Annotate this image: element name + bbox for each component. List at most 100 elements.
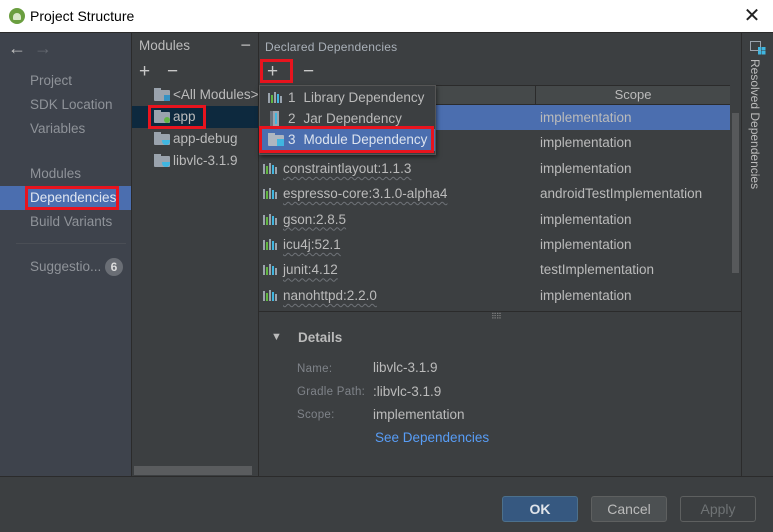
remove-module-button[interactable]: − [167, 62, 178, 82]
nav-item-dependencies[interactable]: Dependencies [0, 186, 131, 210]
library-icon [263, 289, 278, 301]
module-item-app[interactable]: app [132, 106, 258, 128]
menu-item-jar-dependency[interactable]: 2 Jar Dependency [260, 108, 435, 129]
android-studio-icon [9, 8, 25, 24]
menu-mnemonic: 1 [288, 90, 296, 105]
dependency-scope[interactable]: testImplementation [540, 257, 654, 282]
nav-item-label: Dependencies [30, 190, 117, 205]
dependency-name: gson:2.8.5 [283, 211, 347, 227]
dependencies-scrollbar[interactable] [732, 113, 739, 273]
right-tool-window-bar: Resolved Dependencies [741, 33, 773, 476]
library-icon [263, 188, 278, 200]
collapse-details-icon[interactable]: ▼ [271, 331, 282, 343]
ok-button[interactable]: OK [502, 496, 578, 522]
detail-name-label: Name: [297, 363, 333, 375]
details-title: Details [298, 330, 343, 345]
menu-item-module-dependency[interactable]: 3 Module Dependency [260, 129, 435, 151]
menu-item-label: Library Dependency [303, 90, 425, 105]
title-bar: Project Structure ✕ [0, 0, 773, 33]
module-item-app-debug[interactable]: app-debug [132, 128, 258, 150]
dependency-row[interactable]: espresso-core:3.1.0-alpha4 androidTestImp… [259, 181, 730, 206]
modules-panel: Modules − + − <All Modules> app app-debu… [132, 33, 259, 476]
jar-icon [270, 111, 279, 126]
dependency-row[interactable]: constraintlayout:1.1.3 implementation [259, 156, 730, 181]
dependency-row[interactable]: gson:2.8.5 implementation [259, 207, 730, 232]
nav-item-build-variants[interactable]: Build Variants [0, 210, 131, 234]
module-label: libvlc-3.1.9 [173, 153, 238, 168]
see-dependencies-link[interactable]: See Dependencies [375, 430, 489, 445]
menu-item-library-dependency[interactable]: 1 Library Dependency [260, 87, 435, 108]
add-dependency-button[interactable]: + [267, 62, 278, 82]
dependency-name: constraintlayout:1.1.3 [283, 160, 412, 176]
library-icon [268, 92, 283, 103]
detail-gradle-path-value: :libvlc-3.1.9 [373, 384, 442, 399]
module-label: <All Modules> [173, 87, 258, 102]
modules-title: Modules [139, 38, 191, 53]
nav-item-label: Modules [30, 166, 82, 181]
detail-scope-value: implementation [373, 407, 465, 422]
menu-mnemonic: 2 [288, 111, 296, 126]
dependency-name: nanohttpd:2.2.0 [283, 287, 377, 303]
nav-item-label: Project [30, 73, 73, 88]
dependency-name: icu4j:52.1 [283, 237, 341, 252]
suggestions-count-badge: 6 [105, 258, 123, 276]
all-modules-folder-icon [154, 88, 170, 101]
resolved-dependencies-icon [750, 41, 766, 55]
nav-item-modules[interactable]: Modules [0, 162, 131, 186]
library-icon [263, 264, 278, 276]
nav-item-label: Variables [30, 121, 86, 136]
library-icon [263, 162, 278, 174]
nav-arrows: ← → [8, 38, 52, 59]
splitter-grip-icon[interactable]: ⠿⠿ [491, 312, 502, 321]
menu-mnemonic: 3 [288, 132, 296, 147]
menu-item-label: Module Dependency [303, 132, 428, 147]
dependency-scope[interactable]: implementation [540, 156, 632, 181]
dependency-scope[interactable]: implementation [540, 105, 632, 130]
detail-name-value: libvlc-3.1.9 [373, 360, 438, 375]
module-item-all-modules[interactable]: <All Modules> [132, 84, 258, 106]
module-item-libvlc[interactable]: libvlc-3.1.9 [132, 150, 258, 172]
dependency-scope[interactable]: implementation [540, 207, 632, 232]
left-navigation: ← → Project SDK Location Variables Module… [0, 33, 132, 476]
dependency-scope[interactable]: androidTestImplementation [540, 181, 702, 206]
library-module-folder-icon [154, 132, 170, 145]
module-label: app-debug [173, 131, 238, 146]
nav-item-project[interactable]: Project [0, 69, 131, 93]
nav-separator [16, 243, 126, 244]
column-header-scope[interactable]: Scope [535, 86, 730, 104]
back-arrow-icon[interactable]: ← [8, 38, 26, 58]
dependency-scope[interactable]: implementation [540, 232, 632, 257]
nav-item-sdk-location[interactable]: SDK Location [0, 93, 131, 117]
module-icon [268, 133, 284, 146]
apply-button[interactable]: Apply [680, 496, 756, 522]
dependency-scope[interactable]: implementation [540, 130, 632, 155]
detail-scope-label: Scope: [297, 409, 335, 421]
library-icon [263, 239, 278, 250]
remove-dependency-button[interactable]: − [303, 62, 314, 82]
nav-item-variables[interactable]: Variables [0, 117, 131, 141]
nav-item-label: SDK Location [30, 97, 113, 112]
app-module-folder-icon [154, 110, 170, 123]
dependency-scope[interactable]: implementation [540, 283, 632, 308]
library-module-folder-icon [154, 154, 170, 167]
modules-horizontal-scrollbar[interactable] [134, 466, 252, 475]
menu-item-label: Jar Dependency [303, 111, 402, 126]
nav-item-suggestions[interactable]: Suggestio... 6 [0, 255, 131, 279]
dependency-row[interactable]: nanohttpd:2.2.0 implementation [259, 283, 730, 308]
minimize-panel-button[interactable]: − [240, 35, 251, 56]
module-label: app [173, 109, 196, 124]
forward-arrow-icon[interactable]: → [34, 38, 52, 58]
nav-item-label: Suggestio... [30, 259, 102, 274]
add-module-button[interactable]: + [139, 62, 150, 82]
dependency-name: junit:4.12 [283, 262, 338, 278]
close-icon[interactable]: ✕ [739, 4, 765, 28]
add-dependency-menu: 1 Library Dependency 2 Jar Dependency 3 Mod… [259, 85, 436, 155]
dependency-name: espresso-core:3.1.0-alpha4 [283, 186, 448, 202]
dependency-row[interactable]: junit:4.12 testImplementation [259, 257, 730, 282]
dependency-row[interactable]: icu4j:52.1 implementation [259, 232, 730, 257]
window-title: Project Structure [30, 8, 135, 24]
resolved-dependencies-label: Resolved Dependencies [748, 59, 762, 190]
cancel-button[interactable]: Cancel [591, 496, 667, 522]
dialog-footer: OK Cancel Apply [0, 476, 773, 532]
library-icon [263, 213, 278, 225]
